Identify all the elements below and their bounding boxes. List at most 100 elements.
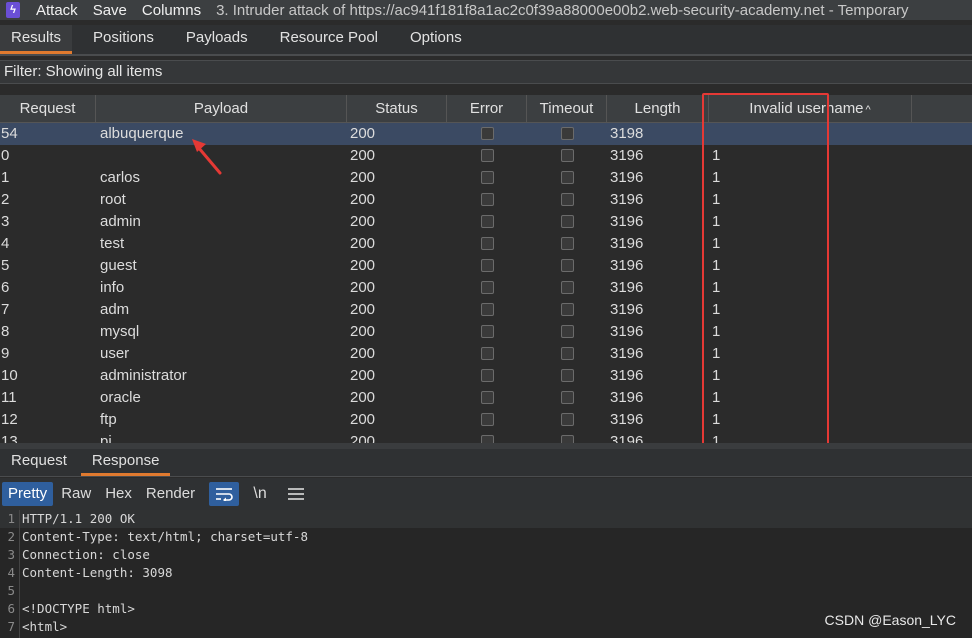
error-checkbox <box>481 325 494 338</box>
request-response-tabs: Request Response <box>0 449 972 477</box>
table-row[interactable]: 7 adm 200 3196 1 <box>0 299 972 321</box>
menu-save[interactable]: Save <box>93 2 127 19</box>
line-number: 4 <box>7 565 15 580</box>
line-text: Content-Length: 3098 <box>22 565 173 580</box>
column-header-timeout[interactable]: Timeout <box>527 95 607 123</box>
cell-status: 200 <box>350 169 376 186</box>
tab-results[interactable]: Results <box>0 25 73 54</box>
cell-invalid: 1 <box>712 169 721 186</box>
tab-response[interactable]: Response <box>80 448 171 476</box>
table-row[interactable]: 8 mysql 200 3196 1 <box>0 321 972 343</box>
timeout-checkbox <box>561 391 574 404</box>
table-row[interactable]: 5 guest 200 3196 1 <box>0 255 972 277</box>
error-checkbox <box>481 259 494 272</box>
cell-length: 3196 <box>610 279 644 296</box>
show-newlines-button[interactable]: \n <box>245 482 275 506</box>
cell-length: 3196 <box>610 235 644 252</box>
wrap-lines-button[interactable] <box>209 482 240 506</box>
line-text: Content-Type: text/html; charset=utf-8 <box>22 529 308 544</box>
view-raw-button[interactable]: Raw <box>55 482 97 506</box>
cell-length: 3196 <box>610 301 644 318</box>
error-checkbox <box>481 369 494 382</box>
column-header-invalid-username[interactable]: Invalid username ^ <box>709 95 912 123</box>
menu-attack[interactable]: Attack <box>36 2 78 19</box>
column-header-payload[interactable]: Payload <box>96 95 347 123</box>
cell-invalid: 1 <box>712 389 721 406</box>
cell-payload: ftp <box>100 411 117 428</box>
table-row[interactable]: 4 test 200 3196 1 <box>0 233 972 255</box>
cell-status: 200 <box>350 301 376 318</box>
cell-payload: user <box>100 345 130 362</box>
column-header-invalid-username-label: Invalid username <box>749 100 864 117</box>
timeout-checkbox <box>561 193 574 206</box>
table-row[interactable]: 13 pi 200 3196 1 <box>0 431 972 443</box>
cell-length: 3196 <box>610 323 644 340</box>
timeout-checkbox <box>561 347 574 360</box>
wrap-lines-icon <box>216 488 233 501</box>
table-row[interactable]: 54 albuquerque 200 3198 <box>0 123 972 145</box>
view-hex-button[interactable]: Hex <box>99 482 138 506</box>
table-row[interactable]: 12 ftp 200 3196 1 <box>0 409 972 431</box>
hamburger-menu-icon <box>288 488 305 500</box>
cell-status: 200 <box>350 389 376 406</box>
table-row[interactable]: 6 info 200 3196 1 <box>0 277 972 299</box>
tab-positions[interactable]: Positions <box>82 25 165 54</box>
column-header-request[interactable]: Request <box>0 95 96 123</box>
cell-length: 3196 <box>610 169 644 186</box>
main-tabs: Results Positions Payloads Resource Pool… <box>0 25 972 54</box>
table-row[interactable]: 1 carlos 200 3196 1 <box>0 167 972 189</box>
filter-bar[interactable]: Filter: Showing all items <box>0 60 972 84</box>
cell-invalid: 1 <box>712 367 721 384</box>
window-title: 3. Intruder attack of https://ac941f181f… <box>216 1 909 19</box>
timeout-checkbox <box>561 149 574 162</box>
error-checkbox <box>481 347 494 360</box>
table-row[interactable]: 2 root 200 3196 1 <box>0 189 972 211</box>
line-number: 3 <box>7 547 15 562</box>
cell-invalid: 1 <box>712 235 721 252</box>
cell-status: 200 <box>350 345 376 362</box>
cell-status: 200 <box>350 433 376 443</box>
view-render-button[interactable]: Render <box>140 482 201 506</box>
cell-payload: mysql <box>100 323 140 340</box>
cell-request: 5 <box>1 257 10 274</box>
error-checkbox <box>481 215 494 228</box>
timeout-checkbox <box>561 413 574 426</box>
column-header-length[interactable]: Length <box>607 95 709 123</box>
cell-payload: adm <box>100 301 130 318</box>
tab-options[interactable]: Options <box>399 25 473 54</box>
column-header-error[interactable]: Error <box>447 95 527 123</box>
table-row[interactable]: 9 user 200 3196 1 <box>0 343 972 365</box>
table-row[interactable]: 10 administrator 200 3196 1 <box>0 365 972 387</box>
cell-length: 3196 <box>610 433 644 443</box>
column-header-status[interactable]: Status <box>347 95 447 123</box>
timeout-checkbox <box>561 127 574 140</box>
line-number: 1 <box>7 511 15 526</box>
code-line: 1 HTTP/1.1 200 OK <box>0 510 972 528</box>
burp-app-icon: ϟ <box>6 2 20 18</box>
code-line: 3 Connection: close <box>0 546 972 564</box>
hamburger-menu-button[interactable] <box>281 482 311 506</box>
code-line: 2 Content-Type: text/html; charset=utf-8 <box>0 528 972 546</box>
table-row[interactable]: 3 admin 200 3196 1 <box>0 211 972 233</box>
tab-request[interactable]: Request <box>0 448 78 476</box>
tab-resource-pool[interactable]: Resource Pool <box>269 25 389 54</box>
cell-status: 200 <box>350 323 376 340</box>
timeout-checkbox <box>561 435 574 443</box>
timeout-checkbox <box>561 303 574 316</box>
view-pretty-button[interactable]: Pretty <box>2 482 54 506</box>
menu-columns[interactable]: Columns <box>142 2 201 19</box>
error-checkbox <box>481 127 494 140</box>
error-checkbox <box>481 149 494 162</box>
table-row[interactable]: 0 200 3196 1 <box>0 145 972 167</box>
cell-request: 8 <box>1 323 10 340</box>
tabs-separator <box>0 54 972 56</box>
cell-payload: pi <box>100 433 112 443</box>
table-row[interactable]: 11 oracle 200 3196 1 <box>0 387 972 409</box>
cell-status: 200 <box>350 367 376 384</box>
timeout-checkbox <box>561 281 574 294</box>
cell-length: 3198 <box>610 125 644 142</box>
cell-status: 200 <box>350 213 376 230</box>
tab-payloads[interactable]: Payloads <box>175 25 259 54</box>
timeout-checkbox <box>561 215 574 228</box>
cell-request: 7 <box>1 301 10 318</box>
